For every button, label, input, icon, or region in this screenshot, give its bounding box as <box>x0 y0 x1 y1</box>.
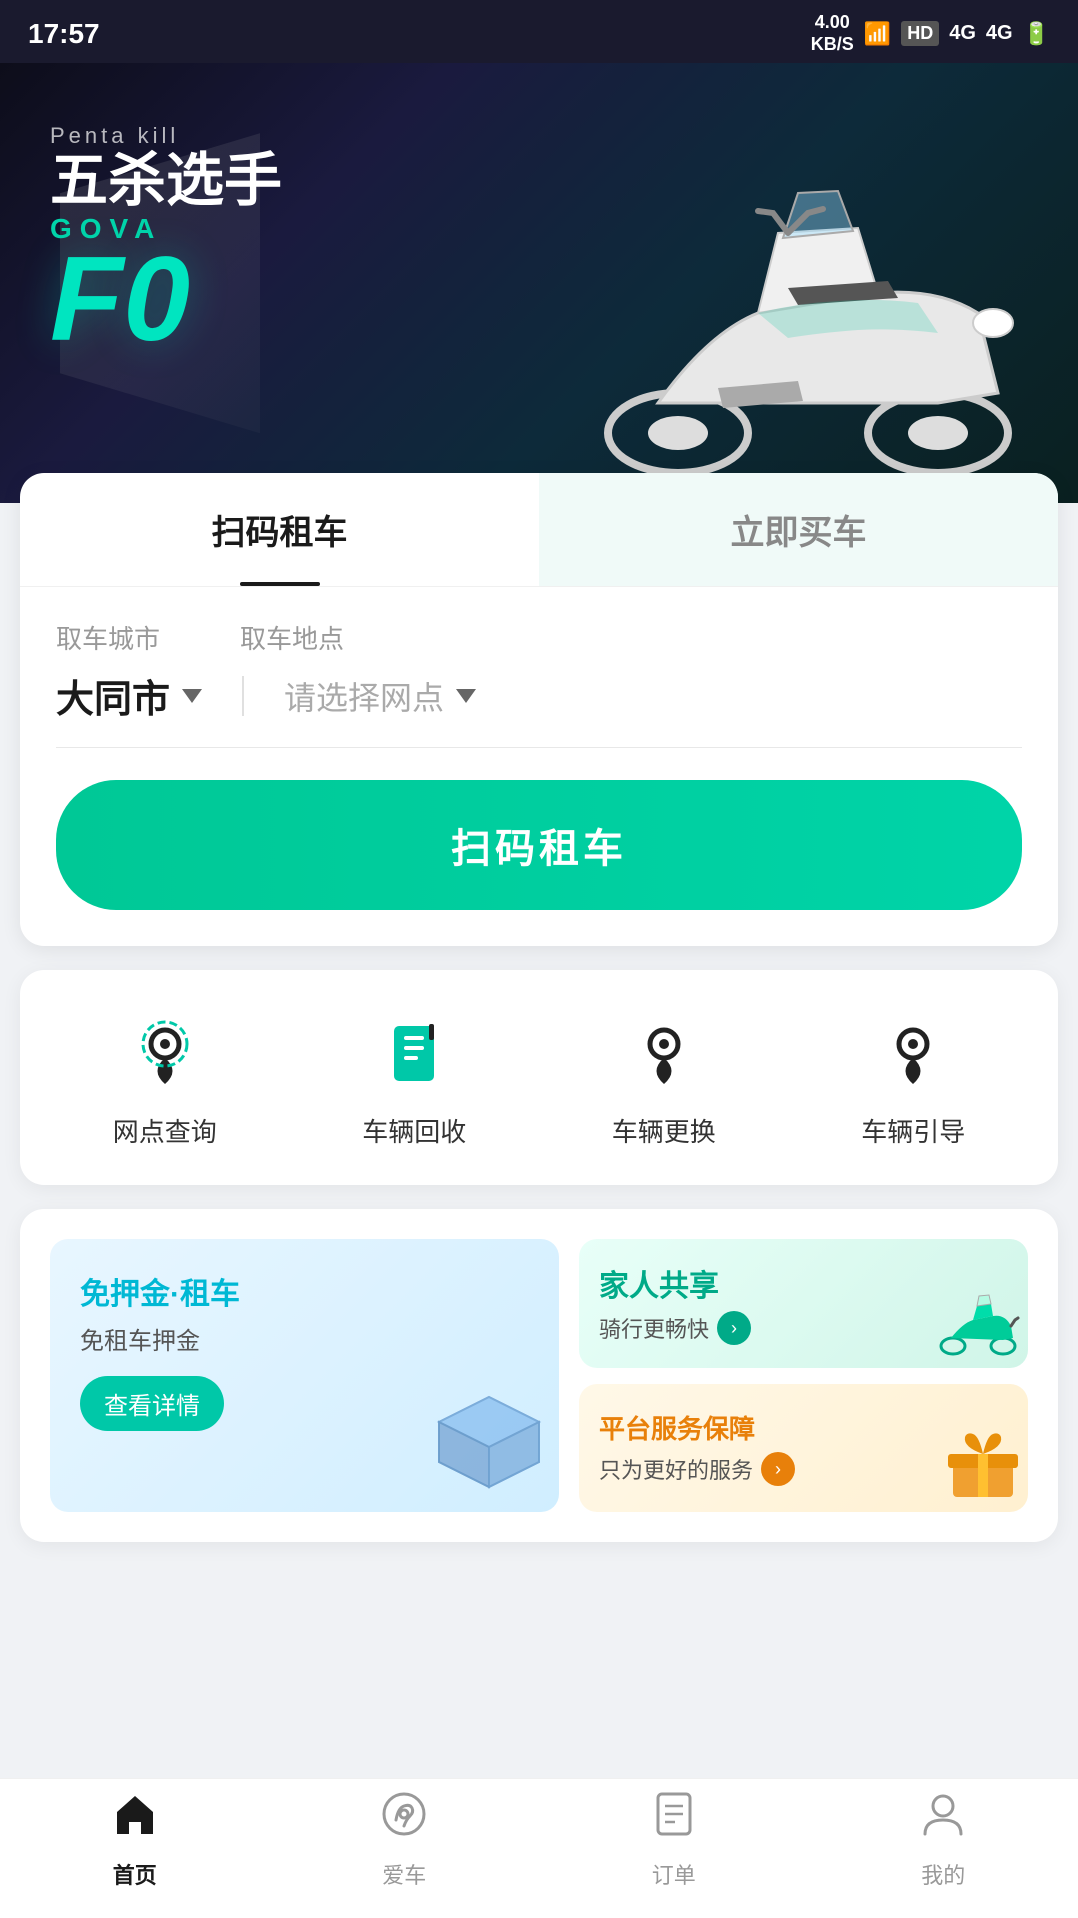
status-icons: 4.00KB/S 📶 HD 4G 4G 🔋 <box>811 12 1050 55</box>
city-value: 大同市 <box>56 668 170 723</box>
replace-icon <box>619 1006 709 1096</box>
tab-body: 取车城市 取车地点 大同市 请选择网点 扫码租车 <box>20 587 1058 946</box>
nav-mine[interactable]: 我的 <box>809 1788 1078 1890</box>
orders-icon <box>648 1788 700 1852</box>
hero-model: F0 <box>50 245 282 353</box>
bike-icon <box>378 1788 430 1852</box>
point-placeholder: 请选择网点 <box>284 673 444 719</box>
bottom-spacer <box>20 1566 1058 1726</box>
promo-family-arrow-icon: › <box>717 1311 751 1345</box>
service-replace[interactable]: 车辆更换 <box>612 1006 716 1149</box>
nav-bike[interactable]: 爱车 <box>270 1788 540 1890</box>
main-content: 扫码租车 立即买车 取车城市 取车地点 大同市 请选择网点 <box>0 473 1078 1726</box>
hero-banner: Penta kill 五杀选手 GOVA F0 <box>0 63 1078 503</box>
guide-icon <box>868 1006 958 1096</box>
point-dropdown-arrow-icon <box>456 689 476 703</box>
scan-rent-button[interactable]: 扫码租车 <box>56 780 1022 910</box>
city-dropdown-arrow-icon <box>182 689 202 703</box>
home-label: 首页 <box>113 1858 157 1890</box>
wifi-icon: 📶 <box>864 21 891 47</box>
service-outlets[interactable]: 网点查询 <box>113 1006 217 1149</box>
promo-no-deposit-title: 免押金·租车 <box>80 1269 529 1313</box>
bike-label: 爱车 <box>382 1858 426 1890</box>
speed-indicator: 4.00KB/S <box>811 12 854 55</box>
promo-no-deposit-sub: 免租车押金 <box>80 1321 529 1356</box>
location-selectors: 大同市 请选择网点 <box>56 668 1022 748</box>
mine-icon <box>917 1788 969 1852</box>
service-guide[interactable]: 车辆引导 <box>861 1006 965 1149</box>
hero-subtitle: Penta kill <box>50 123 282 149</box>
hd-icon: HD <box>901 21 939 46</box>
service-recycle[interactable]: 车辆回收 <box>362 1006 466 1149</box>
hero-text: Penta kill 五杀选手 GOVA F0 <box>50 123 282 353</box>
nav-home[interactable]: 首页 <box>0 1788 270 1890</box>
promo-service-guarantee[interactable]: 平台服务保障 只为更好的服务 › <box>579 1384 1028 1513</box>
recycle-label: 车辆回收 <box>362 1112 466 1149</box>
promo-no-deposit[interactable]: 免押金·租车 免租车押金 查看详情 <box>50 1239 559 1512</box>
tab-scan-rent[interactable]: 扫码租车 <box>20 473 539 586</box>
bottom-nav: 首页 爱车 订单 我的 <box>0 1778 1078 1918</box>
city-label: 取车城市 <box>56 619 160 656</box>
hero-title-cn: 五杀选手 <box>50 149 282 213</box>
location-labels: 取车城市 取车地点 <box>56 619 1022 656</box>
promo-section: 免押金·租车 免租车押金 查看详情 家人共享 骑行更畅快 › <box>20 1209 1058 1542</box>
signal-4g-1-icon: 4G <box>949 22 976 45</box>
outlets-icon <box>120 1006 210 1096</box>
service-grid: 网点查询 车辆回收 车辆更换 <box>20 970 1058 1185</box>
nav-orders[interactable]: 订单 <box>539 1788 809 1890</box>
service-gift-icon <box>943 1432 1023 1507</box>
point-selector[interactable]: 请选择网点 <box>284 673 476 719</box>
outlets-label: 网点查询 <box>113 1112 217 1149</box>
recycle-icon <box>369 1006 459 1096</box>
tab-header: 扫码租车 立即买车 <box>20 473 1058 587</box>
home-icon <box>109 1788 161 1852</box>
family-scooter-icon <box>933 1288 1023 1363</box>
scooter-illustration <box>558 133 1058 483</box>
guide-label: 车辆引导 <box>861 1112 965 1149</box>
city-selector[interactable]: 大同市 <box>56 668 202 723</box>
status-time: 17:57 <box>28 18 100 50</box>
promo-cube-decoration <box>434 1392 544 1497</box>
promo-detail-button[interactable]: 查看详情 <box>80 1376 224 1431</box>
replace-label: 车辆更换 <box>612 1112 716 1149</box>
mine-label: 我的 <box>921 1858 965 1890</box>
tab-buy-now[interactable]: 立即买车 <box>539 473 1058 586</box>
orders-label: 订单 <box>652 1858 696 1890</box>
status-bar: 17:57 4.00KB/S 📶 HD 4G 4G 🔋 <box>0 0 1078 63</box>
signal-4g-2-icon: 4G <box>986 22 1013 45</box>
promo-service-arrow-icon: › <box>761 1452 795 1486</box>
battery-icon: 🔋 <box>1023 21 1050 47</box>
tab-card: 扫码租车 立即买车 取车城市 取车地点 大同市 请选择网点 <box>20 473 1058 946</box>
promo-right-column: 家人共享 骑行更畅快 › <box>579 1239 1028 1512</box>
selector-divider <box>242 676 244 716</box>
promo-family-share[interactable]: 家人共享 骑行更畅快 › <box>579 1239 1028 1368</box>
point-label: 取车地点 <box>240 619 344 656</box>
